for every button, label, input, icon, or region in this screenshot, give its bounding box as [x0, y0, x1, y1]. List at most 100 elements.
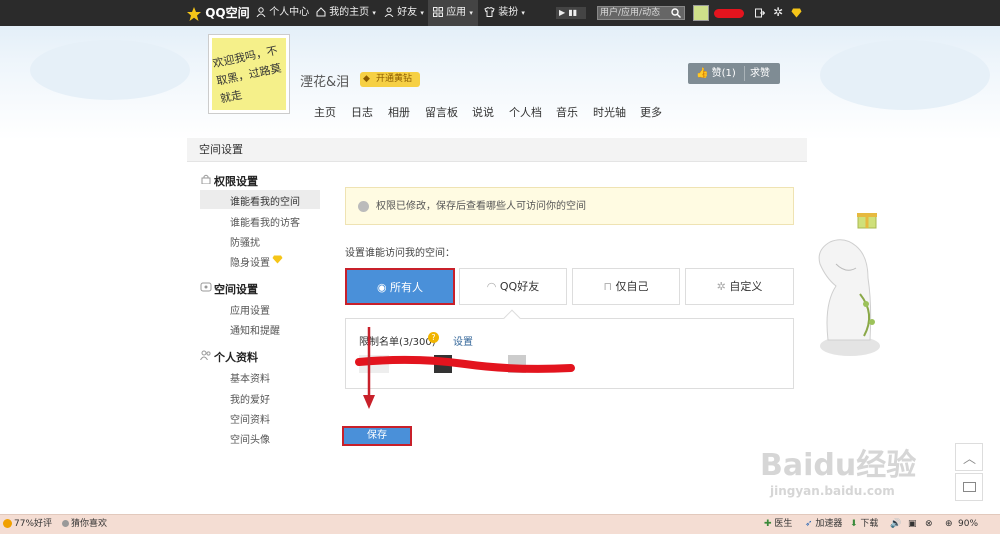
cloud-decoration	[30, 40, 190, 100]
shirt-icon	[484, 6, 495, 17]
like-count: 赞(1)	[711, 68, 736, 79]
qzone-logo[interactable]: QQ空间	[186, 0, 250, 26]
friends-label: 好友	[397, 7, 418, 18]
search-icon[interactable]	[671, 8, 681, 18]
rocket-icon: ➶	[805, 519, 813, 529]
option-everyone[interactable]: ◉ 所有人	[345, 268, 455, 305]
star-icon	[187, 7, 201, 21]
chevron-down-icon: ▾	[521, 9, 525, 17]
nav-timeline[interactable]: 时光轴	[593, 104, 626, 120]
nav-blog[interactable]: 日志	[351, 104, 373, 120]
window-icon	[963, 482, 976, 492]
globe-icon: ◉	[376, 281, 387, 294]
sidebar-item-app-settings[interactable]: 应用设置	[230, 302, 270, 317]
help-icon[interactable]: ?	[428, 332, 439, 343]
personal-center-label: 个人中心	[269, 7, 310, 18]
avatar-handwriting: 欢迎我吗，不取黑，过路莫就走	[212, 43, 283, 106]
friends-link[interactable]: 好友 ▾	[384, 0, 424, 26]
option-custom[interactable]: ✲ 自定义	[685, 268, 794, 305]
info-icon	[358, 201, 369, 212]
nav-music[interactable]: 音乐	[556, 104, 578, 120]
sidebar-item-notifications[interactable]: 通知和提醒	[230, 322, 280, 337]
annotation-arrow	[363, 327, 375, 409]
nav-profile[interactable]: 个人档	[509, 104, 542, 120]
sidebar-heading-profile: 个人资料	[214, 351, 258, 364]
baidu-watermark: Baidu经验 jingyan.baidu.com	[760, 440, 916, 498]
save-button[interactable]: 保存	[342, 426, 412, 446]
sidebar-item-basic-info[interactable]: 基本资料	[230, 370, 270, 385]
guess-you-like[interactable]: 猜你喜欢	[62, 515, 107, 534]
my-home-label: 我的主页	[329, 7, 370, 18]
restriction-settings-link[interactable]: 设置	[453, 333, 473, 348]
nav-moments[interactable]: 说说	[472, 104, 494, 120]
vip-label: 开通黄钻	[376, 74, 413, 84]
chevron-down-icon: ▾	[420, 9, 424, 17]
gift-icon[interactable]	[856, 208, 878, 230]
nav-more[interactable]: 更多	[640, 104, 662, 120]
sidebar-item-space-info[interactable]: 空间资料	[230, 411, 270, 426]
sidebar-item-who-can-see-visitors[interactable]: 谁能看我的访客	[230, 214, 300, 229]
option-qq-friends-label: QQ好友	[499, 280, 540, 293]
accelerator-button[interactable]: ➶ 加速器	[805, 515, 842, 534]
chevron-down-icon: ▾	[469, 9, 473, 17]
nav-album[interactable]: 相册	[388, 104, 410, 120]
rating-label: 77%好评	[14, 519, 53, 529]
open-vip-button[interactable]: ◆ 开通黄钻	[360, 72, 420, 87]
doctor-label: 医生	[774, 519, 793, 529]
apps-link[interactable]: 应用 ▾	[428, 0, 478, 26]
sidebar-item-anti-harassment[interactable]: 防骚扰	[230, 234, 260, 249]
gear-icon: ✲	[716, 280, 726, 293]
download-label: 下载	[860, 519, 879, 529]
dress-label: 装扮	[498, 7, 519, 18]
browser-status-bar: 77%好评 猜你喜欢 ✚ 医生 ➶ 加速器 ⬇ 下载 🔊 ▣ ⊗ ⊕ 90%	[0, 514, 1000, 534]
scroll-to-top-button[interactable]: ︿	[955, 443, 983, 471]
sidebar-item-space-avatar[interactable]: 空间头像	[230, 431, 270, 446]
layout-icon[interactable]: ▣	[908, 515, 917, 534]
chevron-up-icon: ︿	[963, 452, 977, 467]
profile-avatar[interactable]: 欢迎我吗，不取黑，过路莫就走	[208, 34, 290, 114]
sidebar-heading-space-settings: 空间设置	[214, 283, 258, 296]
my-home-link[interactable]: 我的主页 ▾	[316, 0, 376, 26]
sidebar-item-hobbies[interactable]: 我的爱好	[230, 391, 270, 406]
doctor-button[interactable]: ✚ 医生	[764, 515, 792, 534]
gear-icon[interactable]: ✲	[773, 5, 783, 19]
music-player-button[interactable]: ▶ ▮▮	[556, 7, 586, 19]
dress-link[interactable]: 装扮 ▾	[484, 0, 525, 26]
ask-like-button[interactable]: 求赞	[750, 63, 770, 84]
user-avatar-small[interactable]	[693, 5, 709, 21]
user-icon	[256, 7, 266, 18]
redaction-mark	[714, 9, 744, 18]
feedback-button[interactable]	[955, 473, 983, 501]
diamond-icon[interactable]	[791, 8, 802, 18]
apps-label: 应用	[446, 7, 467, 18]
profile-username: 湮花&泪	[300, 75, 350, 90]
chevron-down-icon: ▾	[372, 9, 376, 17]
notice-text: 权限已修改，保存后查看哪些人可访问你的空间	[376, 201, 586, 212]
option-only-me[interactable]: ⊓ 仅自己	[572, 268, 680, 305]
security-icon[interactable]: ⊗	[925, 515, 933, 534]
like-button[interactable]: 👍 赞(1)	[688, 63, 744, 84]
rating-indicator[interactable]: 77%好评	[3, 515, 52, 534]
personal-center-link[interactable]: 个人中心	[256, 0, 309, 26]
sidebar-item-stealth[interactable]: 隐身设置	[230, 254, 270, 269]
dot-icon	[62, 520, 69, 527]
people-icon	[200, 350, 211, 360]
download-button[interactable]: ⬇ 下载	[850, 515, 878, 534]
nav-guestbook[interactable]: 留言板	[425, 104, 458, 120]
space-settings-icon	[200, 282, 212, 292]
access-setting-label: 设置谁能访问我的空间：	[345, 248, 455, 259]
guess-label: 猜你喜欢	[71, 519, 108, 529]
option-custom-label: 自定义	[729, 280, 763, 293]
nav-home[interactable]: 主页	[314, 104, 336, 120]
top-navigation-bar: QQ空间 个人中心 我的主页 ▾ 好友 ▾ 应用 ▾ 装扮 ▾ ▶ ▮▮ 用户/…	[0, 0, 1000, 26]
sidebar-item-who-can-view[interactable]: 谁能看我的空间	[230, 193, 300, 208]
option-qq-friends[interactable]: ◠ QQ好友	[459, 268, 567, 305]
accelerator-label: 加速器	[815, 519, 843, 529]
speaker-icon[interactable]: 🔊	[890, 515, 901, 534]
logout-icon[interactable]	[755, 8, 765, 18]
vip-diamond-icon	[272, 255, 283, 264]
zoom-level[interactable]: 90%	[958, 515, 978, 534]
zoom-icon[interactable]: ⊕	[945, 515, 953, 534]
panel-title: 空间设置	[187, 138, 807, 162]
sidebar-heading-permissions: 权限设置	[214, 175, 258, 188]
